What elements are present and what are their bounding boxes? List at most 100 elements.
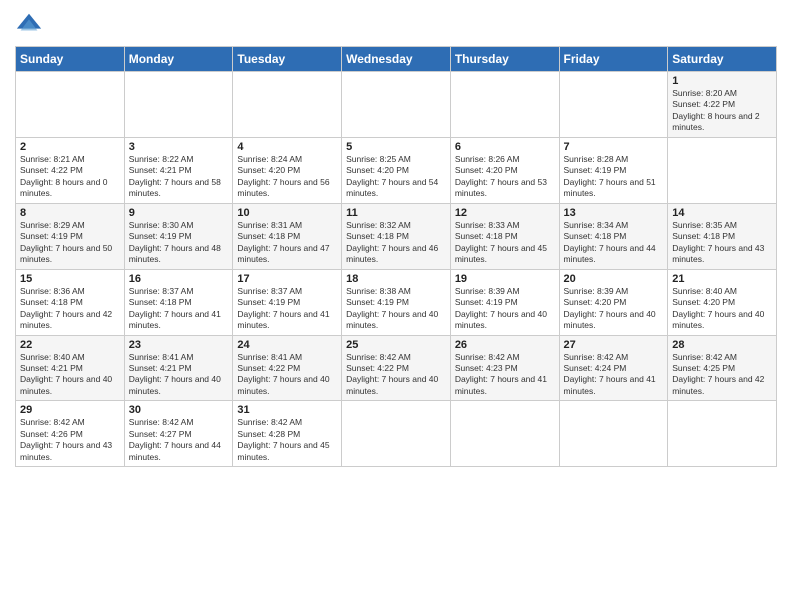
day-number: 2 [20, 141, 120, 153]
cell-content: Sunrise: 8:42 AM Sunset: 4:25 PM Dayligh… [672, 352, 772, 398]
calendar-table: SundayMondayTuesdayWednesdayThursdayFrid… [15, 46, 777, 467]
cell-content: Sunrise: 8:33 AM Sunset: 4:18 PM Dayligh… [455, 220, 555, 266]
day-number: 4 [237, 141, 337, 153]
sunrise: Sunrise: 8:22 AM [129, 154, 194, 164]
daylight: Daylight: 7 hours and 50 minutes. [20, 243, 112, 264]
day-number: 10 [237, 207, 337, 219]
calendar-cell [450, 401, 559, 467]
cell-content: Sunrise: 8:38 AM Sunset: 4:19 PM Dayligh… [346, 286, 446, 332]
daylight: Daylight: 7 hours and 41 minutes. [237, 309, 329, 330]
daylight: Daylight: 7 hours and 42 minutes. [20, 309, 112, 330]
calendar-cell: 17 Sunrise: 8:37 AM Sunset: 4:19 PM Dayl… [233, 269, 342, 335]
sunset: Sunset: 4:20 PM [672, 297, 735, 307]
sunrise: Sunrise: 8:41 AM [129, 352, 194, 362]
sunset: Sunset: 4:19 PM [237, 297, 300, 307]
calendar-cell: 11 Sunrise: 8:32 AM Sunset: 4:18 PM Dayl… [342, 203, 451, 269]
daylight: Daylight: 7 hours and 48 minutes. [129, 243, 221, 264]
sunrise: Sunrise: 8:37 AM [129, 286, 194, 296]
column-header-tuesday: Tuesday [233, 47, 342, 72]
calendar-cell: 19 Sunrise: 8:39 AM Sunset: 4:19 PM Dayl… [450, 269, 559, 335]
calendar-cell [668, 401, 777, 467]
daylight: Daylight: 7 hours and 41 minutes. [455, 374, 547, 395]
daylight: Daylight: 7 hours and 43 minutes. [20, 440, 112, 461]
cell-content: Sunrise: 8:42 AM Sunset: 4:22 PM Dayligh… [346, 352, 446, 398]
cell-content: Sunrise: 8:22 AM Sunset: 4:21 PM Dayligh… [129, 154, 229, 200]
day-number: 18 [346, 273, 446, 285]
calendar-cell: 7 Sunrise: 8:28 AM Sunset: 4:19 PM Dayli… [559, 137, 668, 203]
calendar-cell: 6 Sunrise: 8:26 AM Sunset: 4:20 PM Dayli… [450, 137, 559, 203]
daylight: Daylight: 7 hours and 43 minutes. [672, 243, 764, 264]
daylight: Daylight: 7 hours and 45 minutes. [237, 440, 329, 461]
sunset: Sunset: 4:19 PM [20, 231, 83, 241]
day-number: 28 [672, 339, 772, 351]
column-header-friday: Friday [559, 47, 668, 72]
day-number: 21 [672, 273, 772, 285]
sunrise: Sunrise: 8:40 AM [672, 286, 737, 296]
day-number: 19 [455, 273, 555, 285]
calendar-cell: 29 Sunrise: 8:42 AM Sunset: 4:26 PM Dayl… [16, 401, 125, 467]
daylight: Daylight: 8 hours and 2 minutes. [672, 111, 759, 132]
cell-content: Sunrise: 8:42 AM Sunset: 4:23 PM Dayligh… [455, 352, 555, 398]
sunrise: Sunrise: 8:42 AM [564, 352, 629, 362]
calendar-week-row: 8 Sunrise: 8:29 AM Sunset: 4:19 PM Dayli… [16, 203, 777, 269]
calendar-cell [450, 72, 559, 138]
day-number: 30 [129, 404, 229, 416]
sunrise: Sunrise: 8:34 AM [564, 220, 629, 230]
day-number: 20 [564, 273, 664, 285]
calendar-cell [559, 72, 668, 138]
calendar-cell: 28 Sunrise: 8:42 AM Sunset: 4:25 PM Dayl… [668, 335, 777, 401]
daylight: Daylight: 7 hours and 41 minutes. [129, 309, 221, 330]
sunset: Sunset: 4:22 PM [672, 99, 735, 109]
sunrise: Sunrise: 8:42 AM [346, 352, 411, 362]
calendar-cell [559, 401, 668, 467]
sunrise: Sunrise: 8:32 AM [346, 220, 411, 230]
day-number: 26 [455, 339, 555, 351]
sunrise: Sunrise: 8:26 AM [455, 154, 520, 164]
sunset: Sunset: 4:18 PM [20, 297, 83, 307]
daylight: Daylight: 7 hours and 45 minutes. [455, 243, 547, 264]
cell-content: Sunrise: 8:42 AM Sunset: 4:24 PM Dayligh… [564, 352, 664, 398]
cell-content: Sunrise: 8:42 AM Sunset: 4:28 PM Dayligh… [237, 417, 337, 463]
calendar-cell: 21 Sunrise: 8:40 AM Sunset: 4:20 PM Dayl… [668, 269, 777, 335]
sunset: Sunset: 4:18 PM [129, 297, 192, 307]
cell-content: Sunrise: 8:42 AM Sunset: 4:26 PM Dayligh… [20, 417, 120, 463]
calendar-week-row: 15 Sunrise: 8:36 AM Sunset: 4:18 PM Dayl… [16, 269, 777, 335]
cell-content: Sunrise: 8:39 AM Sunset: 4:20 PM Dayligh… [564, 286, 664, 332]
cell-content: Sunrise: 8:36 AM Sunset: 4:18 PM Dayligh… [20, 286, 120, 332]
sunrise: Sunrise: 8:39 AM [564, 286, 629, 296]
sunrise: Sunrise: 8:42 AM [20, 417, 85, 427]
day-number: 6 [455, 141, 555, 153]
sunrise: Sunrise: 8:28 AM [564, 154, 629, 164]
sunset: Sunset: 4:18 PM [346, 231, 409, 241]
sunset: Sunset: 4:28 PM [237, 429, 300, 439]
sunset: Sunset: 4:18 PM [564, 231, 627, 241]
calendar-cell: 4 Sunrise: 8:24 AM Sunset: 4:20 PM Dayli… [233, 137, 342, 203]
sunrise: Sunrise: 8:24 AM [237, 154, 302, 164]
cell-content: Sunrise: 8:32 AM Sunset: 4:18 PM Dayligh… [346, 220, 446, 266]
sunset: Sunset: 4:18 PM [237, 231, 300, 241]
sunrise: Sunrise: 8:41 AM [237, 352, 302, 362]
calendar-cell: 31 Sunrise: 8:42 AM Sunset: 4:28 PM Dayl… [233, 401, 342, 467]
sunset: Sunset: 4:22 PM [346, 363, 409, 373]
sunset: Sunset: 4:24 PM [564, 363, 627, 373]
day-number: 9 [129, 207, 229, 219]
sunrise: Sunrise: 8:30 AM [129, 220, 194, 230]
calendar-cell: 26 Sunrise: 8:42 AM Sunset: 4:23 PM Dayl… [450, 335, 559, 401]
day-number: 11 [346, 207, 446, 219]
sunset: Sunset: 4:21 PM [20, 363, 83, 373]
cell-content: Sunrise: 8:40 AM Sunset: 4:20 PM Dayligh… [672, 286, 772, 332]
day-number: 7 [564, 141, 664, 153]
daylight: Daylight: 7 hours and 51 minutes. [564, 177, 656, 198]
calendar-cell: 20 Sunrise: 8:39 AM Sunset: 4:20 PM Dayl… [559, 269, 668, 335]
calendar-cell [233, 72, 342, 138]
daylight: Daylight: 7 hours and 44 minutes. [129, 440, 221, 461]
sunrise: Sunrise: 8:42 AM [129, 417, 194, 427]
header [15, 10, 777, 38]
daylight: Daylight: 7 hours and 40 minutes. [346, 309, 438, 330]
page: SundayMondayTuesdayWednesdayThursdayFrid… [0, 0, 792, 612]
cell-content: Sunrise: 8:42 AM Sunset: 4:27 PM Dayligh… [129, 417, 229, 463]
sunset: Sunset: 4:26 PM [20, 429, 83, 439]
sunset: Sunset: 4:20 PM [346, 165, 409, 175]
calendar-cell: 30 Sunrise: 8:42 AM Sunset: 4:27 PM Dayl… [124, 401, 233, 467]
day-number: 31 [237, 404, 337, 416]
